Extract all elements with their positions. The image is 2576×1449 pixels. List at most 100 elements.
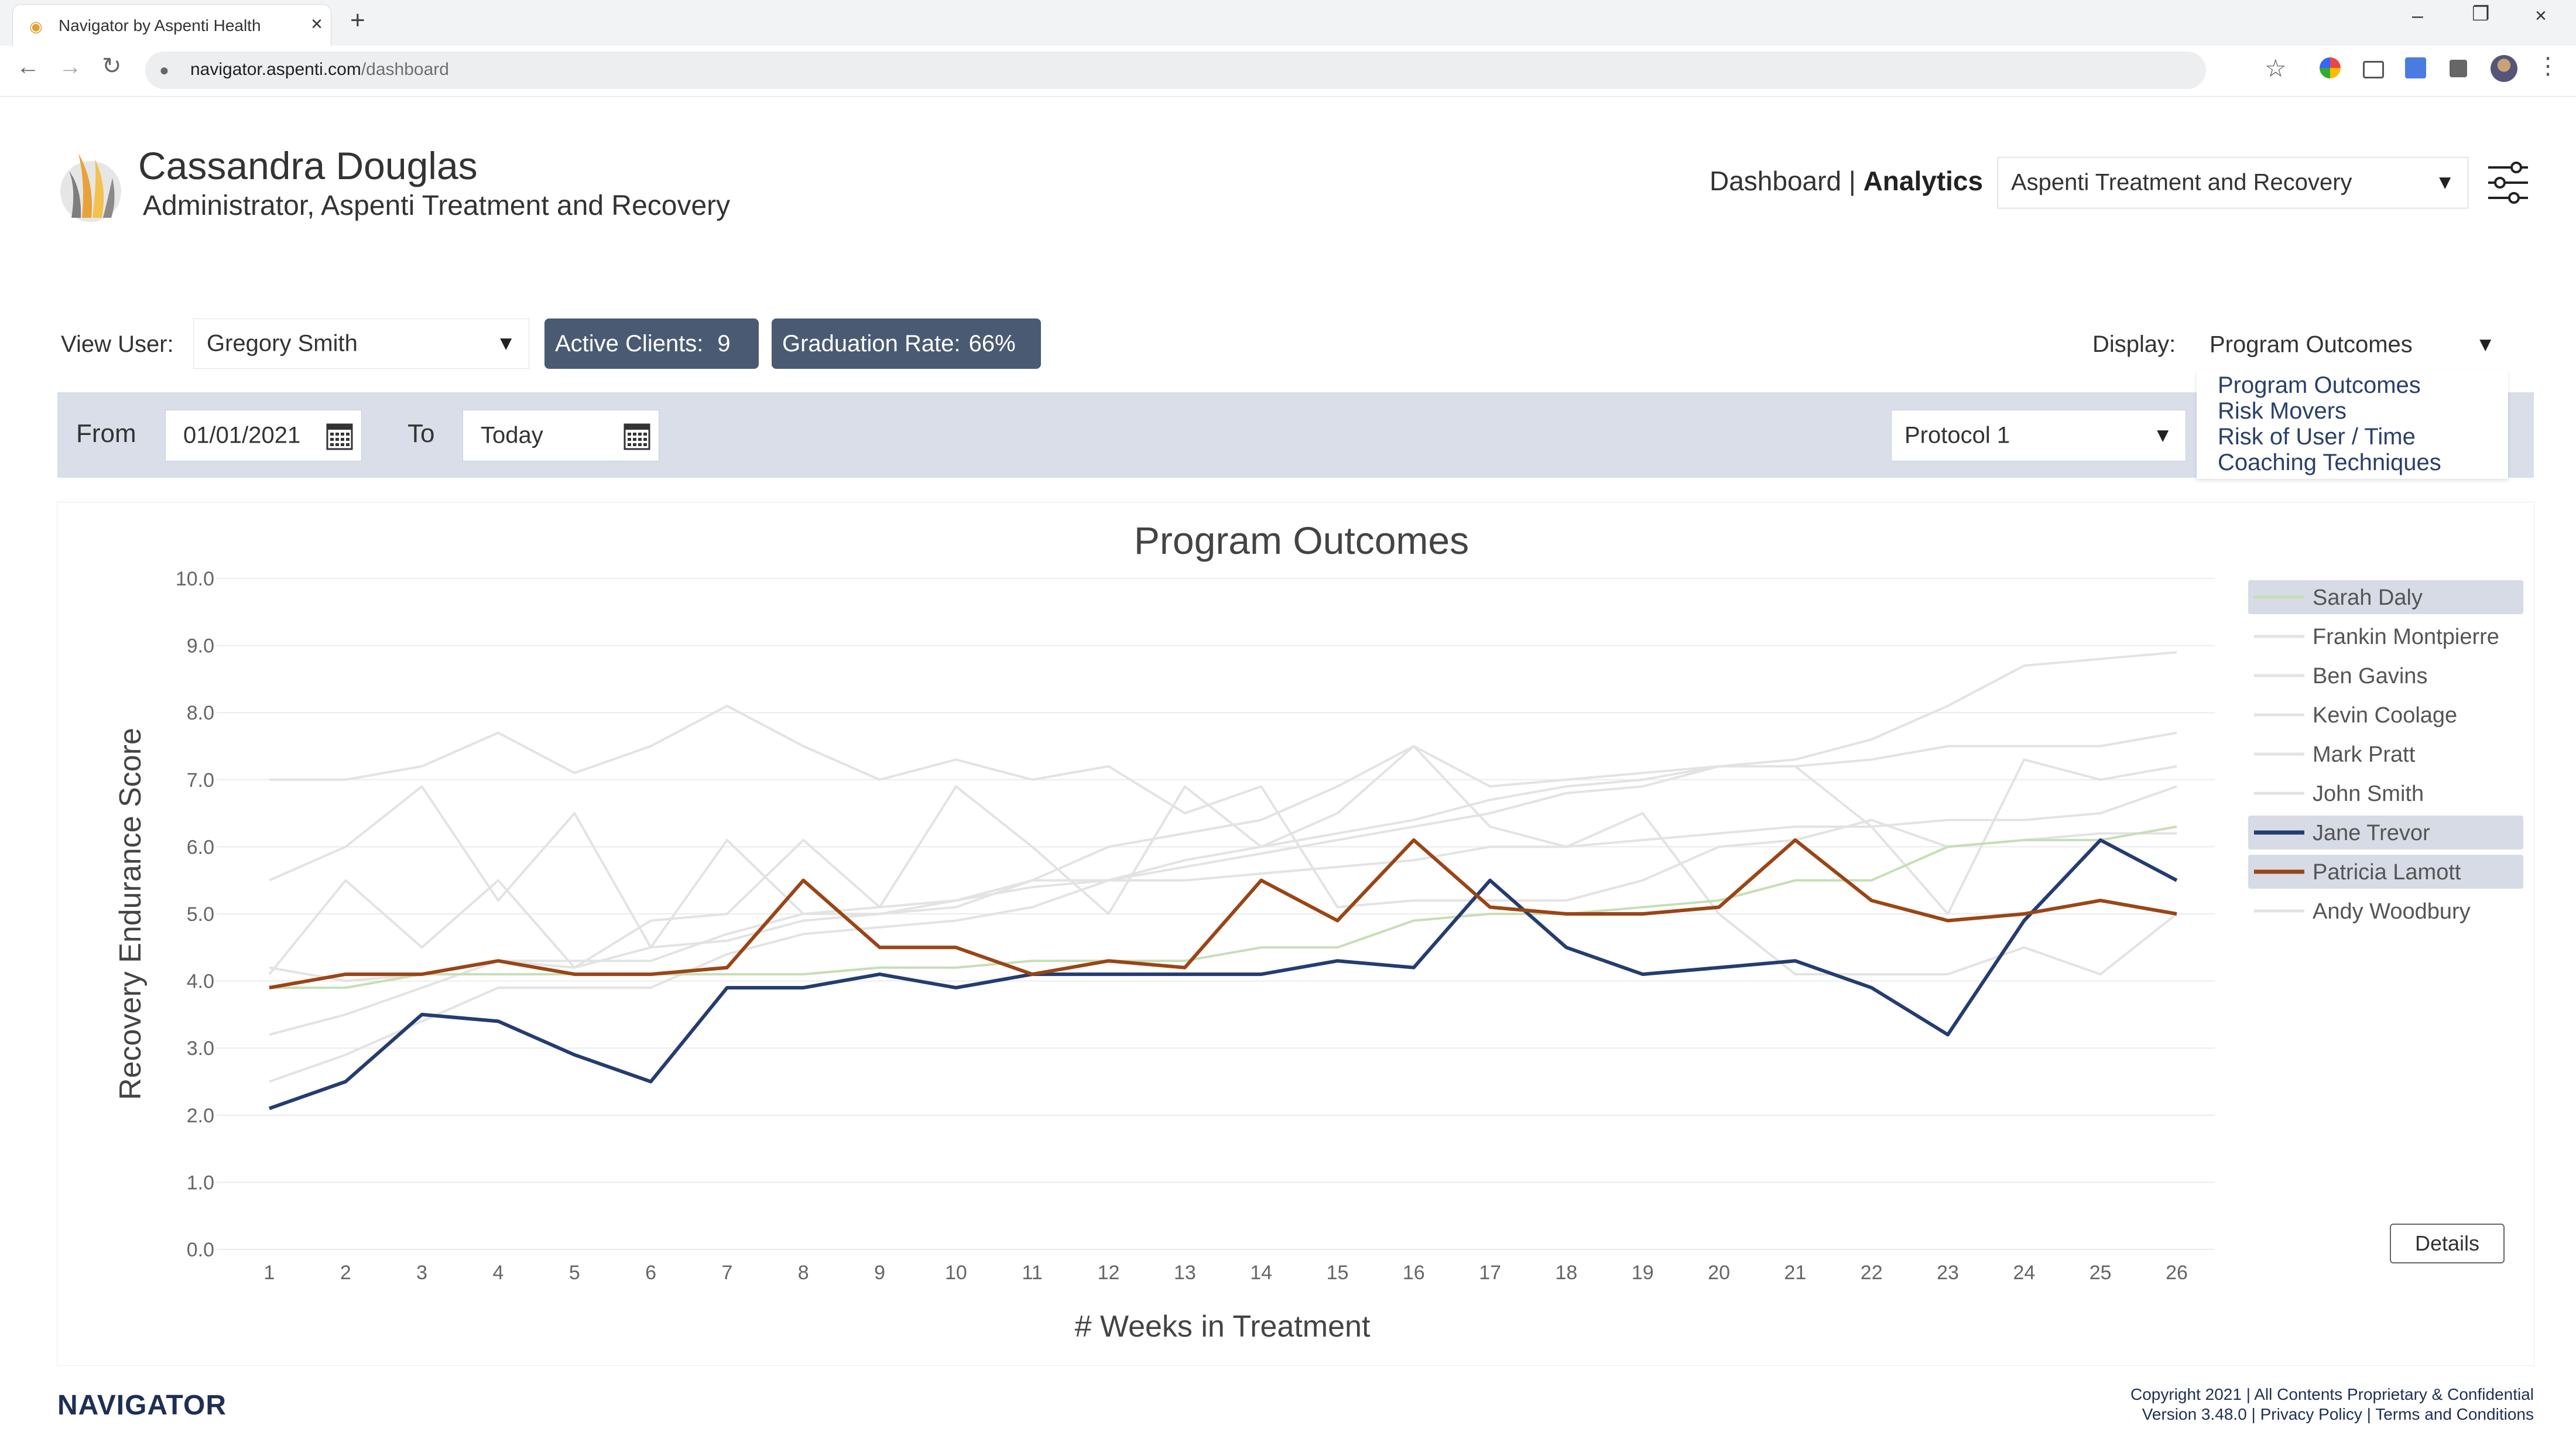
series-line-mark-pratt <box>269 651 2177 1036</box>
x-tick-label: 18 <box>1556 1262 1578 1284</box>
y-tick-label: 8.0 <box>187 702 214 724</box>
nav-link-dashboard[interactable]: Dashboard <box>1710 166 1841 196</box>
active-clients-badge: Active Clients: 9 <box>544 318 759 369</box>
calendar-icon[interactable] <box>326 421 353 450</box>
organization-select-value: Aspenti Treatment and Recovery <box>2011 169 2352 196</box>
nav-link-analytics[interactable]: Analytics <box>1864 166 1984 196</box>
nav-separator: | <box>1848 166 1856 196</box>
dropdown-arrow-icon: ▼ <box>496 332 516 355</box>
y-tick-label: 7.0 <box>187 769 214 792</box>
display-option-risk-movers[interactable]: Risk Movers <box>2218 398 2347 424</box>
y-tick-label: 9.0 <box>187 635 214 657</box>
x-tick-label: 14 <box>1250 1262 1272 1284</box>
x-tick-label: 10 <box>945 1262 967 1284</box>
x-tick-label: 3 <box>416 1262 427 1284</box>
minimize-icon[interactable]: – <box>2412 5 2423 28</box>
display-select[interactable]: Program Outcomes ▼ <box>2197 320 2508 370</box>
color-extension-icon[interactable] <box>2320 57 2341 78</box>
x-tick-label: 5 <box>569 1262 580 1284</box>
from-label: From <box>76 419 136 448</box>
y-tick-label: 5.0 <box>187 903 214 926</box>
x-tick-label: 25 <box>2089 1262 2112 1284</box>
calendar-icon[interactable] <box>624 421 650 450</box>
bookmark-star-icon[interactable]: ☆ <box>2265 54 2287 83</box>
puzzle-extensions-icon[interactable] <box>2450 60 2467 77</box>
to-label: To <box>407 419 435 448</box>
x-tick-label: 17 <box>1479 1262 1501 1284</box>
y-tick-label: 0.0 <box>187 1239 214 1261</box>
graduation-rate-badge: Graduation Rate: 66% <box>772 318 1041 369</box>
footer-version-links[interactable]: Version 3.48.0 | Privacy Policy | Terms … <box>2130 1405 2534 1424</box>
aspenti-favicon-icon: ◉ <box>29 18 43 35</box>
x-tick-label: 20 <box>1708 1262 1730 1284</box>
x-tick-label: 6 <box>645 1262 656 1284</box>
to-date-input[interactable]: Today <box>463 410 659 461</box>
graduation-rate-label: Graduation Rate: <box>782 331 961 357</box>
x-axis-label: # Weeks in Treatment <box>1075 1310 1371 1344</box>
browser-tab[interactable]: ◉ Navigator by Aspenti Health × <box>13 5 331 46</box>
restore-icon[interactable]: ❐ <box>2472 2 2489 26</box>
protocol-select[interactable]: Protocol 1 ▼ <box>1891 410 2186 461</box>
active-clients-count: 9 <box>717 331 731 357</box>
footer-brand: NAVIGATOR <box>57 1390 227 1421</box>
url-path: /dashboard <box>361 60 449 79</box>
x-tick-label: 24 <box>2013 1262 2035 1284</box>
dropdown-arrow-icon: ▼ <box>2435 171 2455 194</box>
forward-arrow-icon[interactable]: → <box>59 54 82 80</box>
organization-select[interactable]: Aspenti Treatment and Recovery ▼ <box>1998 157 2468 208</box>
tab-title: Navigator by Aspenti Health <box>59 16 261 35</box>
display-select-value: Program Outcomes <box>2210 331 2413 358</box>
legend-label-mark-pratt: Mark Pratt <box>2313 742 2416 767</box>
filter-settings-icon[interactable] <box>2485 159 2532 206</box>
chart-panel: Program Outcomes 0.0 1.0 2.0 3.0 4.0 5.0 6.0 7.0… <box>57 502 2534 1365</box>
back-arrow-icon[interactable]: ← <box>16 54 40 80</box>
legend-label-frankin-montpierre: Frankin Montpierre <box>2313 625 2499 649</box>
address-bar[interactable] <box>145 52 2206 89</box>
y-tick-label: 10.0 <box>176 568 214 590</box>
x-tick-label: 11 <box>1022 1262 1043 1284</box>
legend-label-ben-gavins: Ben Gavins <box>2313 664 2427 688</box>
close-tab-icon[interactable]: × <box>311 13 323 36</box>
y-tick-label: 1.0 <box>187 1171 214 1194</box>
dropdown-arrow-icon: ▼ <box>2475 333 2495 356</box>
display-option-program-outcomes[interactable]: Program Outcomes <box>2218 372 2421 399</box>
footer-legal: Copyright 2021 | All Contents Proprietar… <box>2130 1385 2534 1424</box>
x-tick-label: 4 <box>492 1262 503 1284</box>
y-tick-label: 6.0 <box>187 836 214 858</box>
x-tick-label: 8 <box>798 1262 809 1284</box>
active-clients-label: Active Clients: <box>555 331 704 357</box>
x-tick-label: 1 <box>264 1262 275 1284</box>
y-axis-label: Recovery Endurance Score <box>114 728 148 1100</box>
translate-extension-icon[interactable] <box>2405 57 2426 78</box>
x-tick-label: 7 <box>721 1262 732 1284</box>
legend-label-patricia-lamott: Patricia Lamott <box>2313 860 2461 885</box>
program-outcomes-chart: Program Outcomes 0.0 1.0 2.0 3.0 4.0 5.0 6.0 7.0… <box>114 519 2523 1344</box>
display-option-coaching-techniques[interactable]: Coaching Techniques <box>2218 450 2441 476</box>
details-button[interactable]: Details <box>2390 1224 2505 1263</box>
lock-icon: ● <box>159 61 169 79</box>
footer-copyright: Copyright 2021 | All Contents Proprietar… <box>2130 1385 2534 1403</box>
dropdown-arrow-icon: ▼ <box>2153 424 2173 447</box>
chart-title: Program Outcomes <box>1134 519 1469 562</box>
new-tab-icon[interactable]: + <box>350 6 365 35</box>
y-tick-label: 2.0 <box>187 1105 214 1127</box>
x-tick-label: 9 <box>874 1262 885 1284</box>
reload-icon[interactable]: ↻ <box>102 53 122 80</box>
y-tick-label: 4.0 <box>187 971 214 993</box>
legend-label-jane-trevor: Jane Trevor <box>2313 821 2430 845</box>
from-date-input[interactable]: 01/01/2021 <box>165 410 362 461</box>
browser-menu-icon[interactable]: ⋮ <box>2536 53 2560 80</box>
url-text[interactable]: navigator.aspenti.com/dashboard <box>190 60 449 80</box>
graduation-rate-value: 66% <box>968 331 1016 357</box>
x-tick-label: 19 <box>1632 1262 1654 1284</box>
profile-avatar-icon[interactable] <box>2491 55 2517 82</box>
close-window-icon[interactable]: × <box>2535 5 2547 28</box>
screen-extension-icon[interactable] <box>2363 61 2384 78</box>
user-role: Administrator, Aspenti Treatment and Rec… <box>143 190 731 221</box>
url-host: navigator.aspenti.com <box>190 60 361 79</box>
view-user-select[interactable]: Gregory Smith ▼ <box>193 318 529 369</box>
display-option-risk-of-user-time[interactable]: Risk of User / Time <box>2218 424 2416 450</box>
x-tick-label: 23 <box>1937 1262 1959 1284</box>
view-user-label: View User: <box>61 331 174 357</box>
protocol-select-value: Protocol 1 <box>1904 422 2010 448</box>
